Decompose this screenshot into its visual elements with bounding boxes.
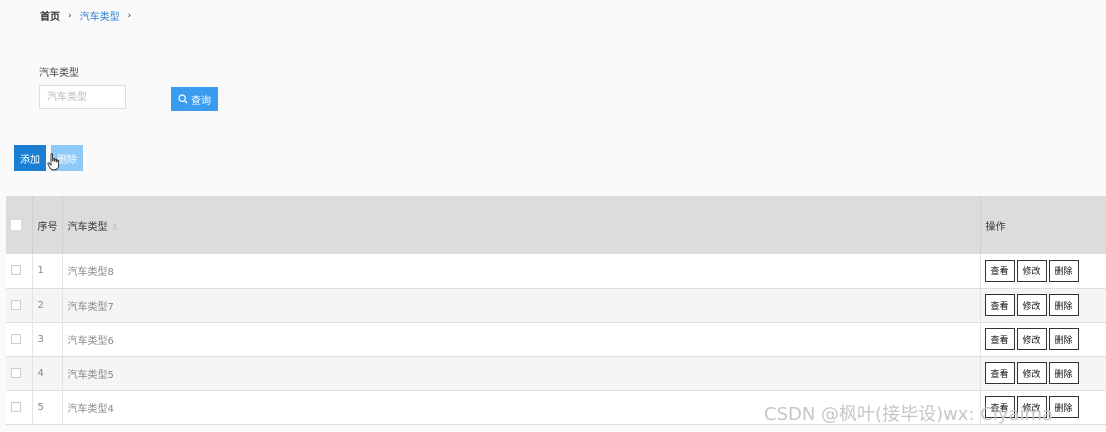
- row-type: 汽车类型6: [62, 322, 981, 356]
- row-index: 4: [32, 356, 63, 390]
- select-all-checkbox[interactable]: [11, 219, 21, 230]
- table-header-row: 序号 汽车类型 ⇕ 操作: [6, 196, 1106, 254]
- search-input[interactable]: [39, 85, 126, 109]
- edit-button[interactable]: 修改: [1016, 362, 1047, 384]
- column-header-type[interactable]: 汽车类型 ⇕: [62, 196, 981, 254]
- row-checkbox[interactable]: [11, 367, 21, 378]
- column-header-index: 序号: [32, 196, 63, 254]
- breadcrumb-separator-icon: ›: [127, 10, 132, 21]
- select-all-cell: [6, 196, 33, 254]
- view-button[interactable]: 查看: [984, 294, 1015, 316]
- row-checkbox[interactable]: [11, 265, 21, 276]
- table-row: 4 汽车类型5 查看 修改 删除: [6, 356, 1106, 390]
- breadcrumb-current[interactable]: 汽车类型: [80, 8, 120, 23]
- edit-button[interactable]: 修改: [1016, 294, 1047, 316]
- sort-icon[interactable]: ⇕: [112, 223, 119, 232]
- breadcrumb-home[interactable]: 首页: [40, 8, 60, 23]
- row-delete-button[interactable]: 删除: [1048, 259, 1079, 282]
- query-button[interactable]: 查询: [171, 87, 218, 111]
- search-label: 汽车类型: [39, 68, 79, 79]
- table-row: 2 汽车类型7 查看 修改 删除: [6, 288, 1106, 322]
- column-header-ops: 操作: [980, 196, 1106, 254]
- query-button-label: 查询: [191, 95, 211, 107]
- row-checkbox[interactable]: [11, 401, 21, 412]
- row-checkbox[interactable]: [11, 333, 21, 344]
- watermark: CSDN @枫叶(接毕设)wx: Clyaima: [764, 404, 1054, 425]
- view-button[interactable]: 查看: [984, 259, 1015, 282]
- row-type: 汽车类型7: [62, 288, 981, 322]
- view-button[interactable]: 查看: [984, 362, 1015, 384]
- row-delete-button[interactable]: 删除: [1048, 362, 1079, 384]
- row-index: 3: [32, 322, 63, 356]
- breadcrumb: 首页 › 汽车类型 ›: [40, 8, 139, 24]
- row-index: 2: [32, 288, 63, 322]
- row-index: 5: [32, 390, 63, 424]
- data-table: 序号 汽车类型 ⇕ 操作 1 汽车类型8 查看 修改 删除 2 汽车类型7 查看 修改删…: [6, 196, 1106, 425]
- row-checkbox[interactable]: [11, 299, 21, 310]
- add-button[interactable]: 添加: [14, 145, 46, 171]
- table-row: 3 汽车类型6 查看 修改 删除: [6, 322, 1106, 356]
- column-header-type-label: 汽车类型: [67, 221, 108, 233]
- view-button[interactable]: 查看: [984, 328, 1015, 350]
- row-delete-button[interactable]: 删除: [1048, 328, 1079, 350]
- search-icon: [178, 94, 188, 104]
- row-index: 1: [32, 254, 63, 288]
- table-row: 1 汽车类型8 查看 修改 删除: [6, 254, 1106, 288]
- row-type: 汽车类型8: [62, 254, 981, 288]
- edit-button[interactable]: 修改: [1016, 259, 1047, 282]
- edit-button[interactable]: 修改: [1016, 328, 1047, 350]
- row-delete-button[interactable]: 删除: [1048, 294, 1079, 316]
- breadcrumb-separator-icon: ›: [68, 10, 72, 21]
- row-type: 汽车类型5: [62, 356, 981, 390]
- hand-cursor-icon: [47, 153, 59, 171]
